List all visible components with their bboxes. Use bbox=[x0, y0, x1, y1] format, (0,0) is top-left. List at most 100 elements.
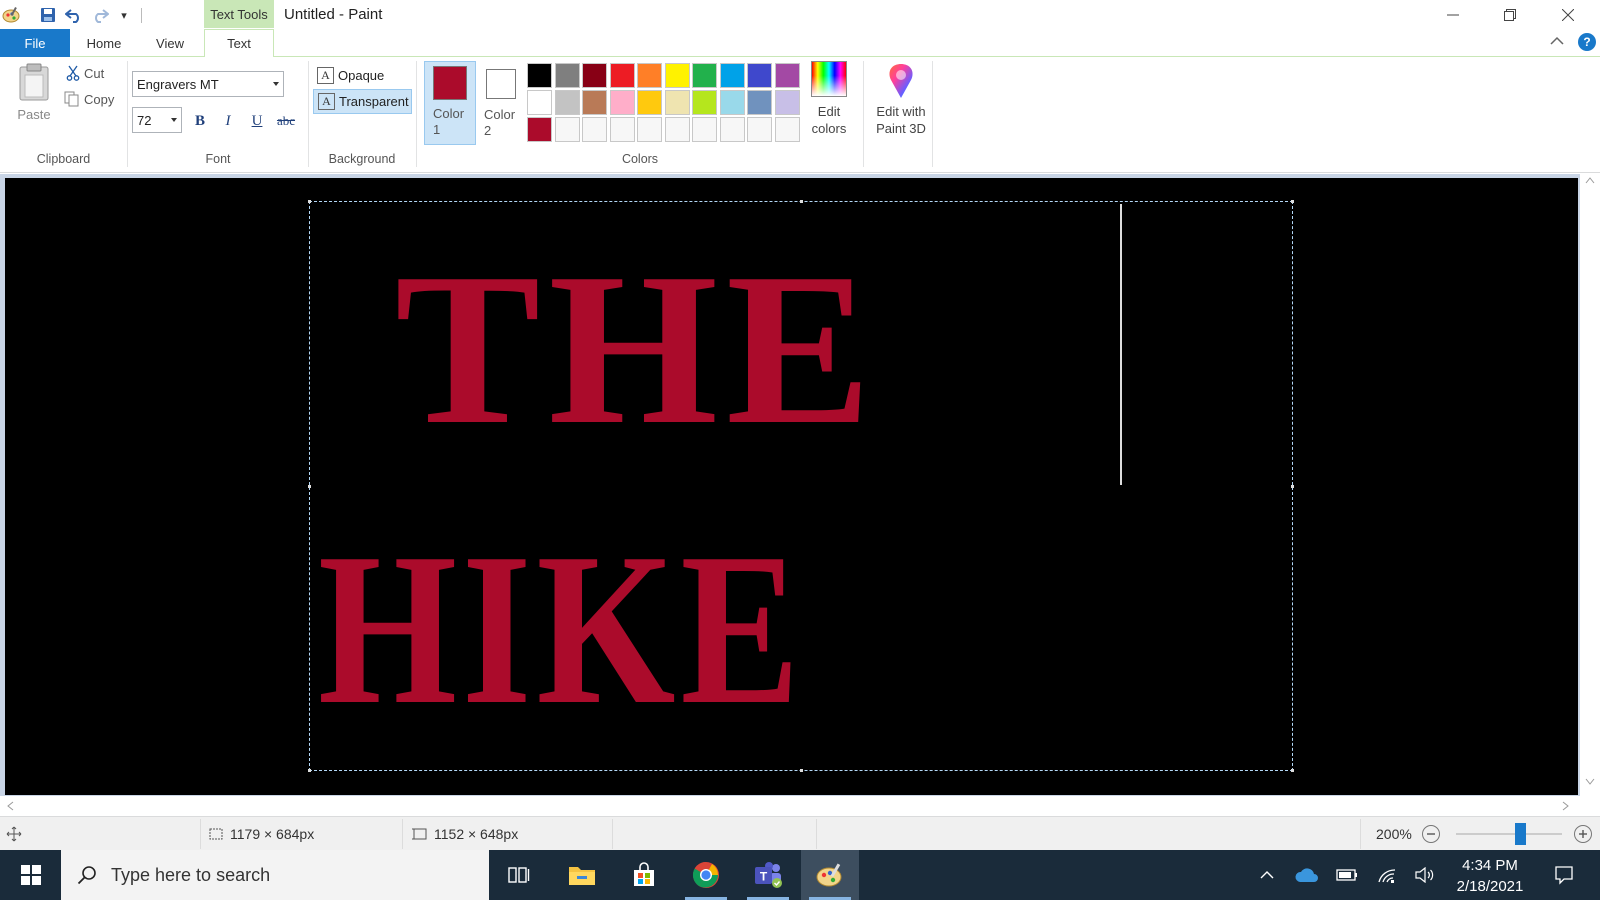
taskbar-clock[interactable]: 4:34 PM 2/18/2021 bbox=[1440, 855, 1540, 897]
palette-swatch[interactable] bbox=[609, 117, 635, 142]
palette-swatch[interactable] bbox=[774, 117, 800, 142]
palette-swatch[interactable] bbox=[747, 117, 772, 142]
opaque-option[interactable]: A Opaque bbox=[313, 63, 412, 88]
color1-button[interactable]: Color 1 bbox=[424, 61, 476, 145]
start-button[interactable] bbox=[0, 850, 61, 900]
restore-button[interactable] bbox=[1482, 0, 1538, 30]
font-family-select[interactable]: Engravers MT bbox=[132, 71, 284, 97]
cut-button[interactable]: Cut bbox=[66, 65, 104, 81]
tab-text[interactable]: Text bbox=[204, 29, 274, 58]
microsoft-store-icon[interactable] bbox=[615, 850, 673, 900]
volume-icon[interactable] bbox=[1408, 850, 1442, 900]
paint3d-label: Edit with Paint 3D bbox=[876, 104, 926, 136]
palette-swatch[interactable] bbox=[582, 90, 607, 115]
undo-icon[interactable] bbox=[64, 6, 84, 24]
resize-handle[interactable] bbox=[308, 200, 311, 203]
tab-file[interactable]: File bbox=[0, 29, 70, 57]
close-button[interactable] bbox=[1540, 0, 1596, 30]
strikethrough-button[interactable]: abc bbox=[274, 109, 298, 133]
file-explorer-icon[interactable] bbox=[553, 850, 611, 900]
palette-swatch[interactable] bbox=[664, 117, 690, 142]
help-icon[interactable]: ? bbox=[1578, 33, 1596, 51]
resize-handle[interactable] bbox=[1291, 485, 1294, 488]
palette-swatch[interactable] bbox=[774, 90, 800, 115]
resize-handle[interactable] bbox=[1291, 200, 1294, 203]
battery-icon[interactable] bbox=[1330, 850, 1364, 900]
scroll-left-icon[interactable] bbox=[6, 801, 14, 814]
opaque-label: Opaque bbox=[338, 68, 385, 83]
action-center-icon[interactable] bbox=[1542, 850, 1586, 900]
teams-icon[interactable]: T bbox=[739, 850, 797, 900]
palette-swatch[interactable] bbox=[747, 63, 772, 88]
tab-home[interactable]: Home bbox=[72, 29, 136, 57]
text-box-selection[interactable] bbox=[308, 200, 1294, 772]
bold-button[interactable]: B bbox=[188, 109, 212, 133]
wifi-icon[interactable] bbox=[1370, 850, 1404, 900]
save-icon[interactable] bbox=[38, 6, 58, 24]
palette-swatch[interactable] bbox=[719, 90, 745, 115]
zoom-in-button[interactable] bbox=[1574, 825, 1592, 843]
palette-swatch[interactable] bbox=[692, 63, 717, 88]
palette-swatch[interactable] bbox=[527, 63, 552, 88]
taskbar-search[interactable]: Type here to search bbox=[61, 850, 489, 900]
redo-icon[interactable] bbox=[90, 6, 110, 24]
transparent-option[interactable]: A Transparent bbox=[313, 89, 412, 114]
palette-swatch[interactable] bbox=[609, 63, 635, 88]
palette-swatch[interactable] bbox=[774, 63, 800, 88]
palette-swatch[interactable] bbox=[637, 63, 662, 88]
onedrive-icon[interactable] bbox=[1290, 850, 1324, 900]
selection-size-icon bbox=[209, 828, 223, 840]
palette-swatch[interactable] bbox=[554, 117, 580, 142]
copy-button[interactable]: Copy bbox=[64, 91, 114, 107]
palette-swatch[interactable] bbox=[692, 117, 717, 142]
tab-view[interactable]: View bbox=[138, 29, 202, 57]
zoom-slider-thumb[interactable] bbox=[1514, 823, 1526, 845]
palette-swatch[interactable] bbox=[719, 117, 745, 142]
italic-button[interactable]: I bbox=[216, 109, 240, 133]
show-hidden-icons-icon[interactable] bbox=[1253, 850, 1281, 900]
palette-swatch[interactable] bbox=[554, 90, 580, 115]
palette-swatch[interactable] bbox=[582, 117, 607, 142]
vertical-scrollbar[interactable] bbox=[1580, 174, 1600, 796]
zoom-out-button[interactable] bbox=[1422, 825, 1440, 843]
palette-swatch[interactable] bbox=[664, 90, 690, 115]
edit-colors-button[interactable]: Edit colors bbox=[804, 61, 854, 137]
edit-colors-label: Edit colors bbox=[811, 104, 847, 136]
color2-button[interactable]: Color 2 bbox=[475, 61, 527, 145]
palette-swatch[interactable] bbox=[527, 90, 552, 115]
palette-swatch[interactable] bbox=[582, 63, 607, 88]
resize-handle[interactable] bbox=[800, 200, 803, 203]
zoom-slider-track[interactable] bbox=[1456, 833, 1562, 835]
chrome-icon[interactable] bbox=[677, 850, 735, 900]
scroll-right-icon[interactable] bbox=[1562, 801, 1570, 814]
palette-swatch[interactable] bbox=[637, 90, 662, 115]
palette-swatch[interactable] bbox=[609, 90, 635, 115]
paint-taskbar-icon[interactable] bbox=[801, 850, 859, 900]
cut-label: Cut bbox=[84, 65, 105, 81]
color-palette bbox=[527, 63, 800, 142]
task-view-icon[interactable] bbox=[490, 850, 548, 900]
customize-qat-icon[interactable]: ▾ bbox=[114, 6, 134, 24]
palette-swatch[interactable] bbox=[554, 63, 580, 88]
paste-button[interactable]: Paste bbox=[12, 63, 56, 127]
palette-swatch[interactable] bbox=[692, 90, 717, 115]
underline-button[interactable]: U bbox=[245, 109, 269, 133]
minimize-button[interactable] bbox=[1425, 0, 1481, 30]
scroll-up-icon[interactable] bbox=[1585, 176, 1595, 187]
palette-swatch[interactable] bbox=[719, 63, 745, 88]
paint-app-icon[interactable] bbox=[0, 6, 22, 24]
palette-swatch[interactable] bbox=[747, 90, 772, 115]
scroll-down-icon[interactable] bbox=[1585, 778, 1595, 789]
palette-swatch[interactable] bbox=[637, 117, 662, 142]
resize-handle[interactable] bbox=[1291, 769, 1294, 772]
edit-with-paint3d-button[interactable]: Edit with Paint 3D bbox=[866, 61, 936, 137]
resize-handle[interactable] bbox=[308, 485, 311, 488]
collapse-ribbon-icon[interactable] bbox=[1550, 35, 1564, 49]
resize-handle[interactable] bbox=[800, 769, 803, 772]
horizontal-scrollbar[interactable] bbox=[0, 796, 1600, 816]
palette-swatch[interactable] bbox=[527, 117, 552, 142]
palette-swatch[interactable] bbox=[664, 63, 690, 88]
resize-handle[interactable] bbox=[308, 769, 311, 772]
font-size-select[interactable]: 72 bbox=[132, 107, 182, 133]
drawing-canvas[interactable]: THE HIKE bbox=[5, 178, 1578, 795]
